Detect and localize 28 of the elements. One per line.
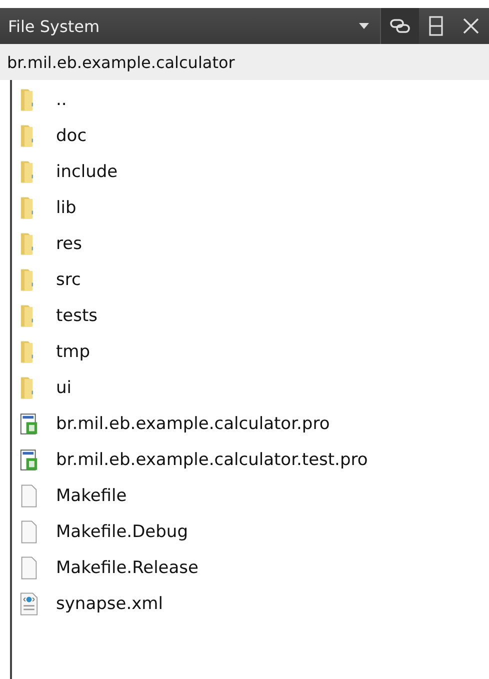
- file-name[interactable]: tmp: [56, 342, 90, 362]
- file-name[interactable]: lib: [56, 198, 76, 218]
- file-name[interactable]: synapse.xml: [56, 594, 163, 614]
- file-name[interactable]: Makefile: [56, 486, 127, 506]
- xml-file-icon: [20, 591, 38, 617]
- path-label: br.mil.eb.example.calculator: [7, 52, 235, 72]
- split-icon[interactable]: [429, 16, 443, 36]
- link-icon: [389, 17, 411, 35]
- project-file-icon: [20, 411, 38, 437]
- file-name[interactable]: br.mil.eb.example.calculator.pro: [56, 414, 330, 434]
- panel-title: File System: [8, 16, 101, 36]
- file-name[interactable]: br.mil.eb.example.calculator.test.pro: [56, 450, 368, 470]
- file-icon: [20, 519, 38, 545]
- file-name[interactable]: Makefile.Release: [56, 558, 198, 578]
- file-name[interactable]: ui: [56, 378, 72, 398]
- dropdown-arrow-icon[interactable]: [358, 22, 370, 30]
- file-icon: [20, 483, 38, 509]
- file-name[interactable]: res: [56, 234, 82, 254]
- close-icon[interactable]: [463, 18, 479, 34]
- file-name[interactable]: tests: [56, 306, 98, 326]
- file-icon: [20, 555, 38, 581]
- file-name[interactable]: include: [56, 162, 118, 182]
- link-button[interactable]: [380, 8, 419, 44]
- project-file-icon: [20, 447, 38, 473]
- file-name[interactable]: ..: [56, 90, 67, 110]
- file-name[interactable]: src: [56, 270, 81, 290]
- file-name[interactable]: doc: [56, 126, 87, 146]
- file-name[interactable]: Makefile.Debug: [56, 522, 188, 542]
